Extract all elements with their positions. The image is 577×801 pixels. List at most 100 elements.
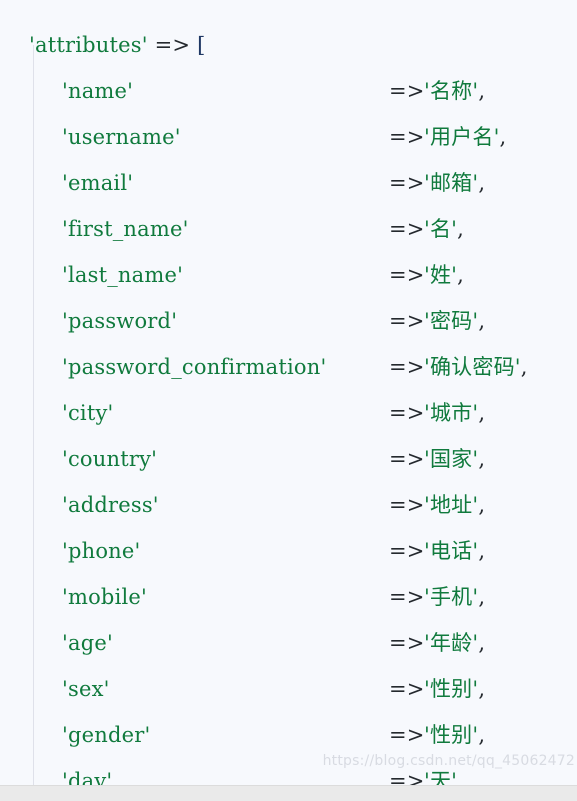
entry-key: 'sex'	[62, 677, 110, 701]
entry-key: 'day'	[62, 769, 113, 785]
arrow-operator: =>	[389, 125, 425, 149]
entry-value: '名称',	[424, 68, 485, 114]
code-line-entry: 'phone' => '电话',	[0, 528, 577, 574]
arrow-operator: =>	[389, 171, 425, 195]
code-lines-container: 'attributes' => [ 'name' => '名称','username…	[0, 22, 577, 785]
footer-band	[0, 785, 577, 801]
code-line-entry: 'email' => '邮箱',	[0, 160, 577, 206]
entry-comma: ,	[478, 677, 486, 701]
entry-comma: ,	[478, 171, 486, 195]
arrow-operator: =>	[389, 401, 425, 425]
entry-comma: ,	[457, 217, 465, 241]
entry-value: '年龄',	[424, 620, 485, 666]
entry-value: '密码',	[424, 298, 485, 344]
csdn-watermark: https://blog.csdn.net/qq_45062472	[322, 753, 575, 769]
arrow-operator: =>	[389, 355, 425, 379]
code-line-entry: 'first_name' => '名',	[0, 206, 577, 252]
entry-comma: ,	[520, 355, 528, 379]
entry-value: '电话',	[424, 528, 485, 574]
open-bracket: [	[197, 33, 206, 57]
arrow-operator: =>	[389, 539, 425, 563]
entry-value-text: '用户名'	[424, 125, 500, 149]
code-line-entry: 'password_confirmation' => '确认密码',	[0, 344, 577, 390]
code-line-array-open: 'attributes' => [	[0, 22, 577, 68]
entry-value: '邮箱',	[424, 160, 485, 206]
code-line-entry: 'country' => '国家',	[0, 436, 577, 482]
entry-value-text: '国家'	[424, 447, 479, 471]
entry-value: '确认密码',	[424, 344, 528, 390]
entry-value-text: '姓'	[424, 263, 458, 287]
entry-comma: ,	[457, 769, 465, 785]
entry-value: '姓',	[424, 252, 464, 298]
entry-value: '性别',	[424, 712, 485, 758]
array-entries-host: 'name' => '名称','username' => '用户名','email' =>…	[0, 68, 577, 785]
entry-key: 'email'	[62, 171, 134, 195]
entry-comma: ,	[478, 493, 486, 517]
arrow-operator: =>	[389, 263, 425, 287]
code-line-entry: 'last_name' => '姓',	[0, 252, 577, 298]
arrow-operator: =>	[389, 677, 425, 701]
entry-comma: ,	[478, 447, 486, 471]
entry-value: '地址',	[424, 482, 485, 528]
entry-comma: ,	[478, 723, 486, 747]
entry-key: 'country'	[62, 447, 158, 471]
code-line-entry: 'gender' => '性别',	[0, 712, 577, 758]
entry-comma: ,	[478, 631, 486, 655]
arrow-operator: =>	[389, 493, 425, 517]
entry-value-text: '年龄'	[424, 631, 479, 655]
entry-value: '性别',	[424, 666, 485, 712]
entry-value-text: '名'	[424, 217, 458, 241]
entry-value-text: '电话'	[424, 539, 479, 563]
code-line-entry: 'username' => '用户名',	[0, 114, 577, 160]
arrow-operator-symbol: =>	[154, 33, 191, 57]
code-line-entry: 'sex' => '性别',	[0, 666, 577, 712]
code-line-entry: 'city' => '城市',	[0, 390, 577, 436]
entry-key: 'age'	[62, 631, 113, 655]
entry-value-text: '性别'	[424, 723, 479, 747]
entry-key: 'first_name'	[62, 217, 189, 241]
entry-value-text: '地址'	[424, 493, 479, 517]
entry-key: 'password_confirmation'	[62, 355, 327, 379]
array-key-attributes: 'attributes'	[29, 33, 148, 57]
entry-key: 'city'	[62, 401, 114, 425]
entry-key: 'mobile'	[62, 585, 148, 609]
arrow-operator: =>	[389, 447, 425, 471]
entry-key: 'last_name'	[62, 263, 184, 287]
entry-comma: ,	[499, 125, 507, 149]
entry-value-text: '密码'	[424, 309, 479, 333]
entry-comma: ,	[478, 309, 486, 333]
arrow-operator: =>	[389, 631, 425, 655]
arrow-operator	[148, 33, 155, 57]
entry-value-text: '天'	[424, 769, 458, 785]
entry-value-text: '性别'	[424, 677, 479, 701]
entry-value-text: '手机'	[424, 585, 479, 609]
code-line-entry: 'password' => '密码',	[0, 298, 577, 344]
entry-value-text: '城市'	[424, 401, 479, 425]
entry-comma: ,	[457, 263, 465, 287]
code-line-entry: 'mobile' => '手机',	[0, 574, 577, 620]
entry-comma: ,	[478, 539, 486, 563]
entry-value: '手机',	[424, 574, 485, 620]
entry-value: '名',	[424, 206, 464, 252]
entry-value: '城市',	[424, 390, 485, 436]
entry-comma: ,	[478, 585, 486, 609]
entry-value: '国家',	[424, 436, 485, 482]
entry-value-text: '名称'	[424, 79, 479, 103]
code-line-entry: 'address' => '地址',	[0, 482, 577, 528]
entry-key: 'gender'	[62, 723, 151, 747]
code-line-entry: 'age' => '年龄',	[0, 620, 577, 666]
code-line-entry: 'name' => '名称',	[0, 68, 577, 114]
arrow-operator: =>	[389, 585, 425, 609]
arrow-operator: =>	[389, 309, 425, 333]
entry-value-text: '确认密码'	[424, 355, 521, 379]
entry-value-text: '邮箱'	[424, 171, 479, 195]
arrow-operator: =>	[389, 217, 425, 241]
arrow-operator: =>	[389, 723, 425, 747]
code-surface: 'attributes' => [ 'name' => '名称','username…	[0, 0, 577, 785]
entry-comma: ,	[478, 401, 486, 425]
entry-value: '用户名',	[424, 114, 506, 160]
entry-key: 'username'	[62, 125, 181, 149]
code-snippet-screenshot: 'attributes' => [ 'name' => '名称','username…	[0, 0, 577, 801]
entry-key: 'name'	[62, 79, 134, 103]
entry-key: 'address'	[62, 493, 159, 517]
